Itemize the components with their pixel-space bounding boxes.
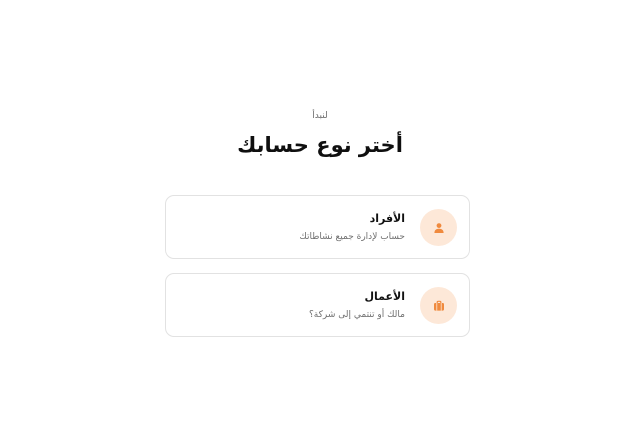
account-option-description: حساب لإدارة جميع نشاطاتك — [299, 232, 405, 242]
account-option-title: الأفراد — [369, 212, 405, 225]
account-type-page: لنبدأ أختر نوع حسابك الأفراد حساب لإدارة… — [0, 0, 640, 448]
eyebrow-text: لنبدأ — [312, 111, 328, 121]
account-option-title: الأعمال — [364, 290, 405, 303]
user-icon — [420, 209, 457, 246]
account-option-description: مالك أو تنتمي إلى شركة؟ — [309, 310, 405, 320]
account-option-individuals[interactable]: الأفراد حساب لإدارة جميع نشاطاتك — [165, 195, 470, 259]
page-title: أختر نوع حسابك — [237, 133, 403, 157]
account-option-business[interactable]: الأعمال مالك أو تنتمي إلى شركة؟ — [165, 273, 470, 337]
briefcase-icon — [420, 287, 457, 324]
